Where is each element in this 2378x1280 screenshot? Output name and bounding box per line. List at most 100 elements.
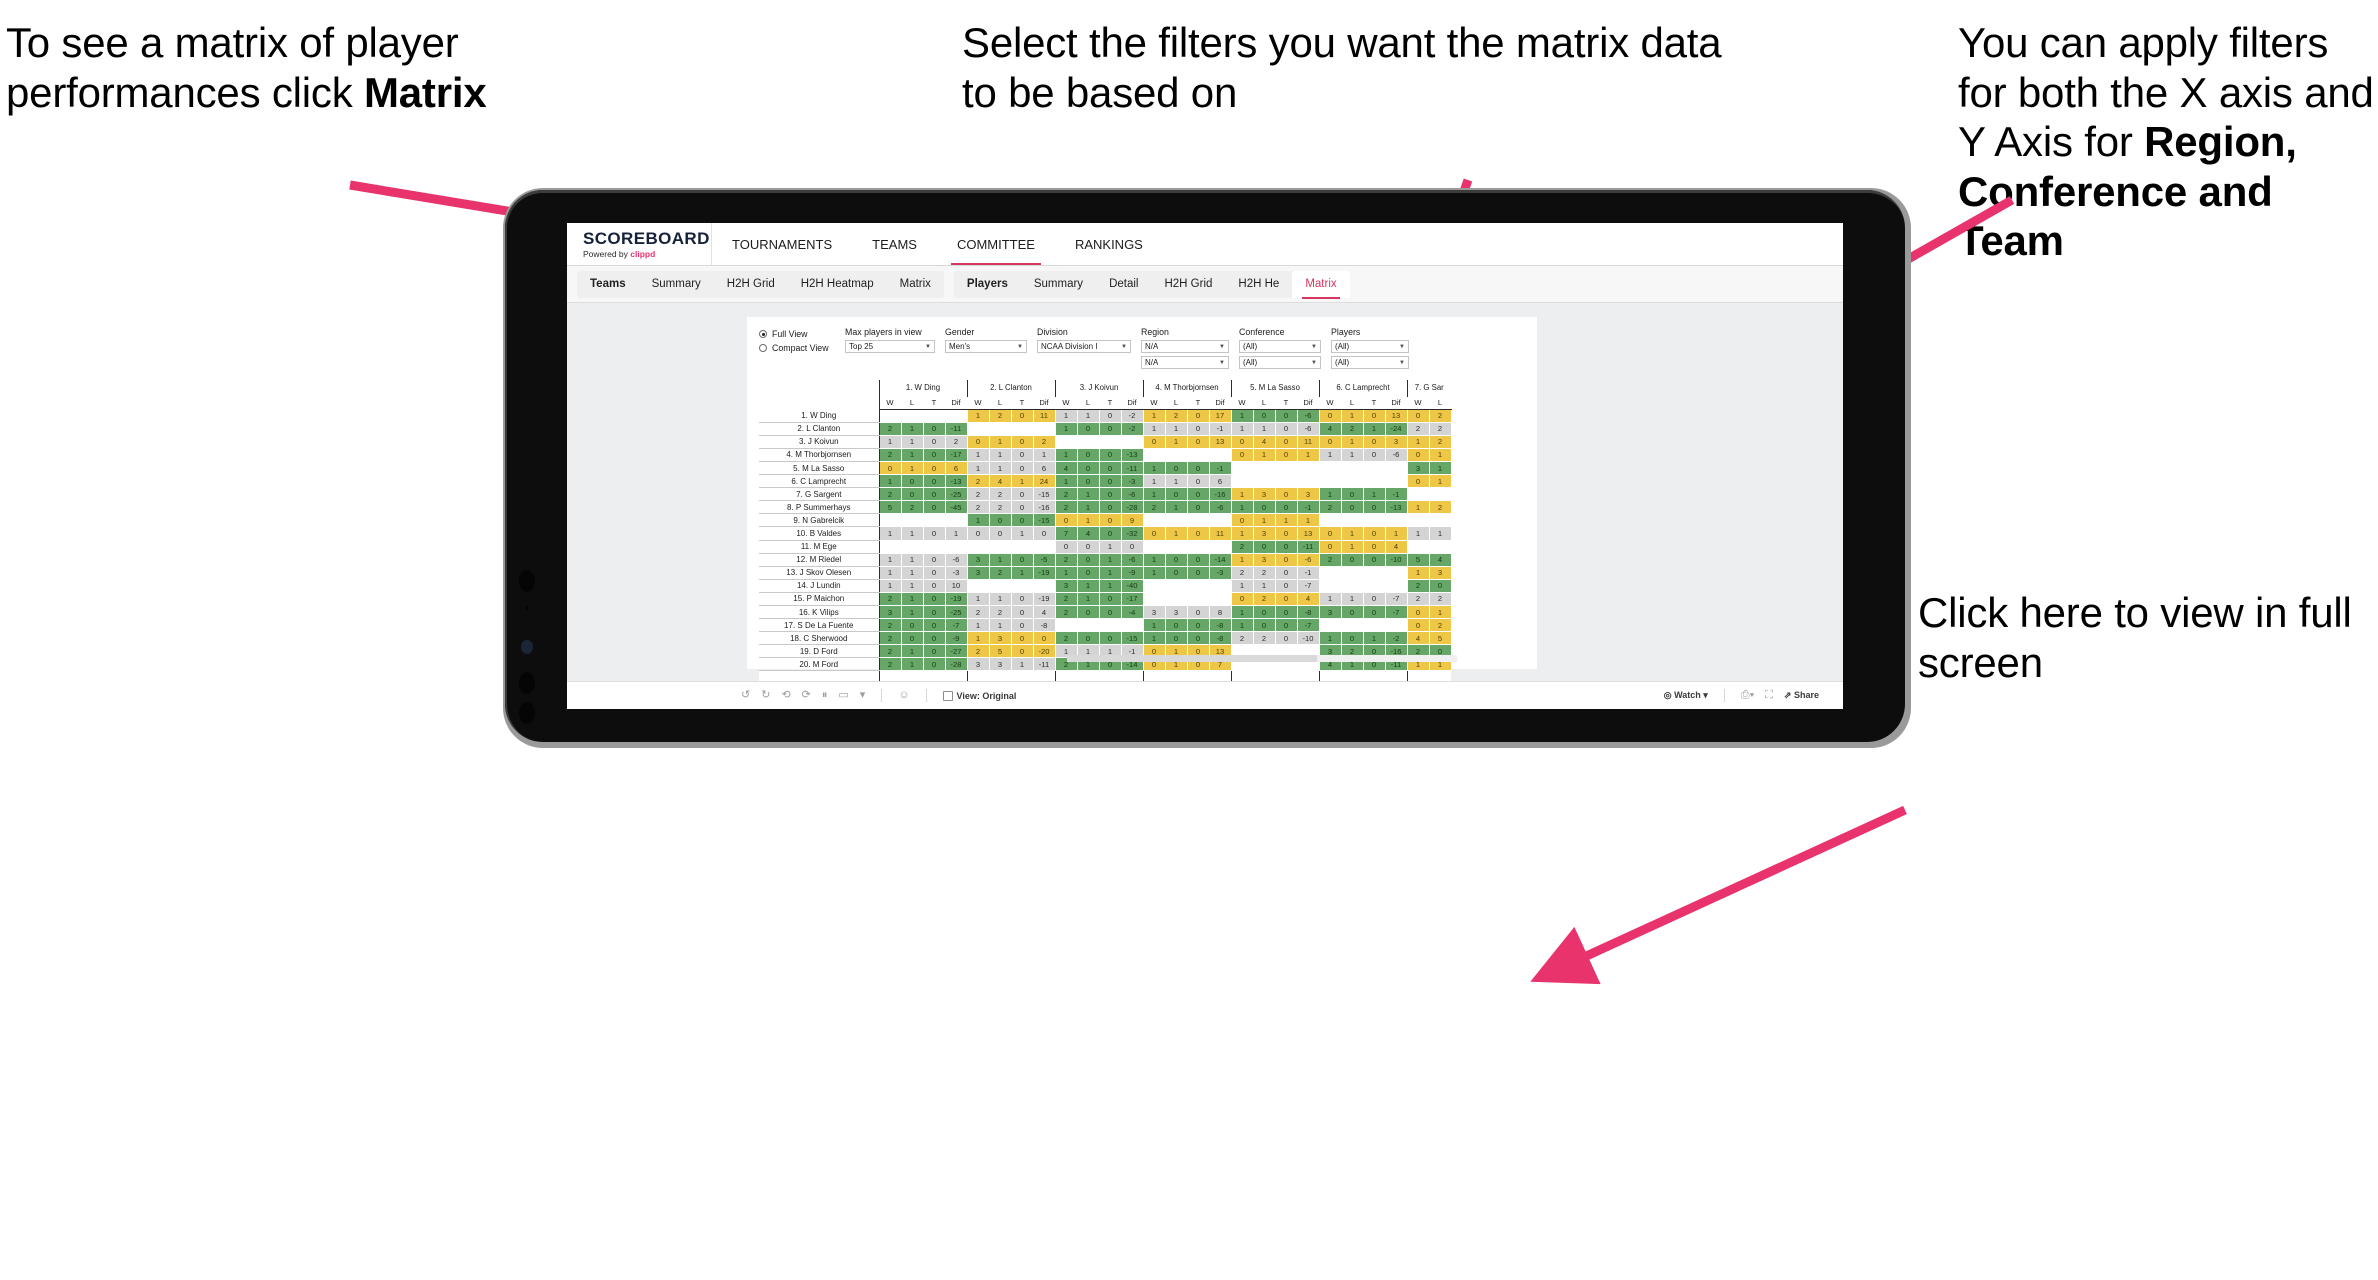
filter-max-players-select[interactable]: Top 25 ▼	[845, 340, 935, 353]
matrix-cell[interactable]	[1164, 539, 1188, 554]
table-row[interactable]: 11. M Ege 0 0 1 0 2 0 0 -11 0 1 0 4	[759, 539, 1452, 554]
matrix-cell[interactable]: 1	[1164, 500, 1188, 515]
matrix-cell[interactable]: 1	[1164, 421, 1188, 436]
matrix-cell[interactable]: 0	[1010, 618, 1034, 633]
matrix-cell[interactable]: 2	[1406, 578, 1430, 593]
table-row[interactable]: 7. G Sargent 2 0 0 -25 2 2 0 -15 2 1 0 -6 1 0 0 -16 1 3 0 3 1…	[759, 487, 1452, 502]
matrix-cell[interactable]: 1	[1428, 474, 1452, 489]
matrix-cell[interactable]: 0	[1076, 447, 1100, 462]
matrix-cell[interactable]: 3	[1318, 604, 1342, 620]
matrix-cell[interactable]: 1	[1164, 434, 1188, 449]
table-row[interactable]: 15. P Maichon 2 1 0 -19 1 1 0 -19 2 1 0 -17 0 2 0 4 1 1 0 -7…	[759, 591, 1452, 607]
matrix-cell[interactable]: 0	[1010, 408, 1034, 423]
matrix-cell[interactable]: 0	[900, 487, 924, 502]
matrix-cell[interactable]: 1	[966, 631, 990, 646]
matrix-cell[interactable]: 2	[1340, 421, 1364, 436]
matrix-cell[interactable]: 1	[1318, 447, 1342, 462]
matrix-cell[interactable]	[900, 539, 924, 554]
matrix-cell[interactable]: 1	[1362, 631, 1386, 646]
matrix-cell[interactable]: 2	[1318, 552, 1342, 567]
matrix-cell[interactable]: -19	[944, 591, 968, 607]
matrix-cell[interactable]: 1	[900, 434, 924, 449]
matrix-cell[interactable]: 0	[1186, 604, 1210, 620]
table-row[interactable]: 3. J Koivun 1 1 0 2 0 1 0 2 0 1 0 13 0 4 0 11 0 1 0 3 1 2	[759, 434, 1452, 449]
matrix-cell[interactable]: 0	[922, 657, 946, 672]
matrix-cell[interactable]: 0	[922, 565, 946, 580]
matrix-cell[interactable]: 1	[1098, 539, 1122, 554]
matrix-cell[interactable]: 0	[1274, 487, 1298, 502]
matrix-cell[interactable]: 0	[922, 460, 946, 476]
matrix-cell[interactable]: 9	[1120, 513, 1144, 528]
matrix-cell[interactable]: 0	[1076, 565, 1100, 580]
pause-icon[interactable]: ⏸	[822, 690, 828, 701]
matrix-cell[interactable]	[988, 578, 1012, 593]
matrix-cell[interactable]: 1	[1230, 421, 1254, 436]
matrix-cell[interactable]: -2	[1384, 631, 1408, 646]
matrix-cell[interactable]	[1318, 474, 1342, 489]
matrix-cell[interactable]	[1296, 460, 1320, 476]
matrix-cell[interactable]	[966, 421, 990, 436]
matrix-cell[interactable]: 1	[1230, 604, 1254, 620]
matrix-cell[interactable]	[922, 408, 946, 423]
matrix-cell[interactable]: -1	[1384, 487, 1408, 502]
matrix-cell[interactable]: 3	[966, 657, 990, 672]
matrix-cell[interactable]	[1142, 591, 1166, 607]
tab-players-matrix[interactable]: Matrix	[1292, 270, 1350, 299]
help-icon[interactable]: ☺	[898, 690, 909, 701]
matrix-cell[interactable]: -3	[944, 565, 968, 580]
matrix-cell[interactable]	[1142, 539, 1166, 554]
matrix-cell[interactable]: 2	[878, 618, 902, 633]
matrix-cell[interactable]: 0	[922, 552, 946, 567]
matrix-cell[interactable]: 0	[1230, 591, 1254, 607]
table-row[interactable]: 8. P Summerhays 5 2 0 -45 2 2 0 -16 2 1 0 -28 2 1 0 -6 1 0…	[759, 500, 1452, 515]
table-row[interactable]: 10. B Valdes 1 1 0 1 0 0 1 0 7 4 0 -32 0 1 0 11 1 3 0 13 0 1 0 1…	[759, 526, 1452, 541]
matrix-cell[interactable]: 1	[944, 526, 968, 541]
matrix-cell[interactable]	[988, 539, 1012, 554]
matrix-cell[interactable]: 0	[1340, 631, 1364, 646]
matrix-cell[interactable]: 13	[1208, 434, 1232, 449]
matrix-cell[interactable]: -7	[944, 618, 968, 633]
matrix-cell[interactable]: 1	[1142, 487, 1166, 502]
matrix-cell[interactable]: -1	[1296, 500, 1320, 515]
matrix-cell[interactable]: 1	[1230, 578, 1254, 593]
matrix-cell[interactable]	[1208, 578, 1232, 593]
matrix-cell[interactable]: -1	[1296, 565, 1320, 580]
matrix-cell[interactable]: 0	[1274, 604, 1298, 620]
matrix-cell[interactable]: 0	[900, 631, 924, 646]
matrix-cell[interactable]: 1	[900, 447, 924, 462]
matrix-cell[interactable]: 1	[1076, 513, 1100, 528]
matrix-cell[interactable]: 2	[1428, 408, 1452, 423]
matrix-cell[interactable]	[1032, 421, 1056, 436]
matrix-cell[interactable]: -8	[1208, 631, 1232, 646]
matrix-cell[interactable]: 0	[1362, 500, 1386, 515]
filter-region-select-y[interactable]: N/A ▼	[1141, 356, 1229, 369]
matrix-cell[interactable]: 0	[922, 604, 946, 620]
matrix-cell[interactable]: -16	[1032, 500, 1056, 515]
matrix-cell[interactable]	[1032, 539, 1056, 554]
matrix-cell[interactable]: 2	[878, 487, 902, 502]
matrix-cell[interactable]: 0	[1076, 631, 1100, 646]
matrix-cell[interactable]: 1	[1230, 618, 1254, 633]
table-row[interactable]: 13. J Skov Olesen 1 1 0 -3 3 2 1 -19 1 0 1 -9 1 0 0 -3 2 2…	[759, 565, 1452, 580]
matrix-cell[interactable]: 0	[1098, 474, 1122, 489]
matrix-cell[interactable]: 0	[1186, 565, 1210, 580]
matrix-cell[interactable]: 4	[1252, 434, 1276, 449]
matrix-cell[interactable]: 0	[1098, 591, 1122, 607]
matrix-cell[interactable]: 0	[878, 460, 902, 476]
matrix-cell[interactable]: 1	[1054, 447, 1078, 462]
matrix-cell[interactable]	[944, 408, 968, 423]
matrix-cell[interactable]: -1	[1208, 421, 1232, 436]
matrix-cell[interactable]: 3	[1054, 578, 1078, 593]
matrix-cell[interactable]: 0	[1076, 604, 1100, 620]
matrix-cell[interactable]: -28	[944, 657, 968, 672]
matrix-cell[interactable]: 1	[1340, 526, 1364, 541]
matrix-cell[interactable]: -6	[1120, 487, 1144, 502]
matrix-cell[interactable]: 1	[988, 460, 1012, 476]
matrix-cell[interactable]: 1	[878, 434, 902, 449]
matrix-cell[interactable]: -19	[1032, 591, 1056, 607]
matrix-cell[interactable]	[878, 408, 902, 423]
matrix-cell[interactable]: 6	[1208, 474, 1232, 489]
view-original-button[interactable]: View: Original	[942, 690, 1016, 701]
matrix-cell[interactable]	[1010, 539, 1034, 554]
matrix-cell[interactable]: 0	[922, 631, 946, 646]
